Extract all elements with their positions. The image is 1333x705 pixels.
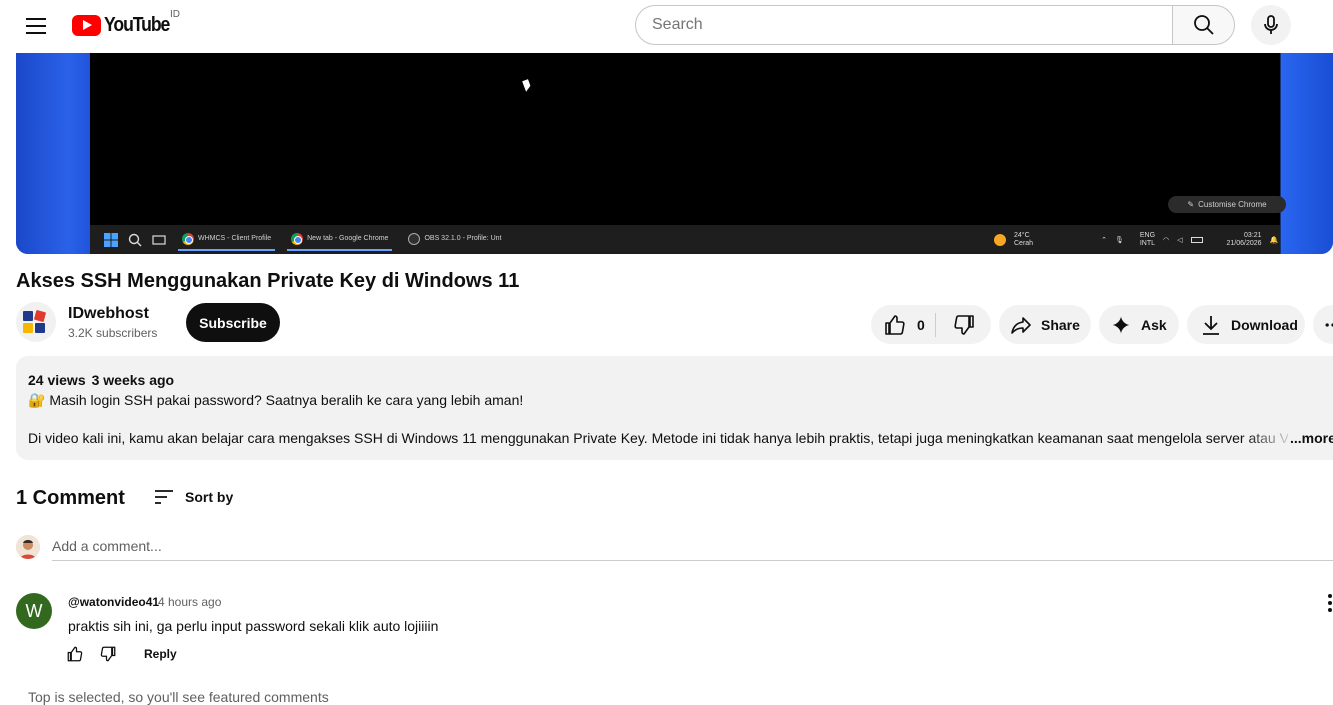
- video-title: Akses SSH Menggunakan Private Key di Win…: [16, 270, 520, 292]
- region-code: ID: [170, 9, 180, 20]
- lang-top: ENG: [1139, 231, 1156, 239]
- masthead: YouTube ID: [0, 0, 1333, 53]
- subscriber-count: 3.2K subscribers: [68, 326, 158, 340]
- description-meta: 24 views 3 weeks ago: [28, 370, 1321, 390]
- sparkle-icon: [1112, 316, 1130, 333]
- lang-bottom: INTL: [1139, 239, 1156, 247]
- download-button[interactable]: Download: [1187, 305, 1305, 344]
- logo-text: YouTube: [104, 14, 170, 36]
- comment-menu-button[interactable]: [1326, 593, 1333, 618]
- thumbs-up-icon: [885, 314, 905, 335]
- subscribe-button[interactable]: Subscribe: [186, 303, 280, 342]
- comment-dislike-button[interactable]: [99, 645, 117, 668]
- search-button[interactable]: [1172, 5, 1235, 45]
- mouse-cursor-icon: [522, 79, 532, 92]
- wifi-icon: ◠: [1163, 236, 1170, 244]
- more-actions-button[interactable]: [1313, 305, 1333, 344]
- battery-icon: [1190, 236, 1203, 243]
- comment-text: praktis sih ini, ga perlu input password…: [68, 618, 439, 634]
- youtube-logo[interactable]: YouTube: [72, 14, 178, 37]
- search-icon: [1193, 15, 1214, 35]
- description-line: Di video kali ini, kamu akan belajar car…: [28, 430, 1288, 446]
- voice-search-button[interactable]: [1251, 5, 1291, 45]
- weather-icon: [994, 233, 1006, 246]
- like-count: 0: [917, 316, 925, 333]
- more-horizontal-icon: [1325, 322, 1333, 327]
- video-frame: ✎ Customise Chrome WHMCS - Client Profil…: [90, 53, 1286, 254]
- clock-date: 21/06/2026: [1226, 239, 1262, 247]
- sort-icon: [155, 490, 173, 504]
- microphone-icon: [1264, 15, 1278, 34]
- chrome-icon: [291, 232, 304, 245]
- obs-icon: [408, 232, 421, 245]
- tray-mic-icon: 🎙: [1114, 236, 1124, 244]
- taskbar-search-icon: [128, 233, 142, 246]
- thumbs-up-icon: [67, 646, 83, 662]
- share-button[interactable]: Share: [999, 305, 1091, 344]
- channel-name[interactable]: IDwebhost: [68, 304, 149, 324]
- pencil-icon: ✎: [1187, 200, 1195, 209]
- current-user-avatar: [16, 535, 40, 559]
- taskbar-app: OBS 32.1.0 - Profile: Unt: [404, 229, 505, 251]
- channel-logo-icon: [23, 310, 46, 333]
- customise-chrome-label: Customise Chrome: [1198, 200, 1267, 209]
- dislike-button[interactable]: [936, 305, 991, 344]
- weather-desc: Cerah: [1014, 239, 1034, 247]
- notification-bell-icon: 🔔: [1269, 236, 1279, 244]
- weather-temp: 24°C: [1014, 231, 1030, 239]
- description-fade: [1246, 428, 1296, 448]
- upload-date: 3 weeks ago: [91, 372, 175, 388]
- download-label: Download: [1231, 316, 1298, 333]
- taskbar-app-label: New tab - Google Chrome: [307, 235, 389, 242]
- description-box[interactable]: 24 views 3 weeks ago 🔐 Masih login SSH pa…: [16, 356, 1333, 460]
- ask-label: Ask: [1141, 316, 1167, 333]
- thumbs-down-icon: [953, 314, 974, 335]
- more-vertical-icon: [1328, 594, 1332, 612]
- user-avatar-icon: [16, 535, 40, 559]
- like-button[interactable]: 0: [871, 305, 935, 344]
- description-line: 🔐 Masih login SSH pakai password? Saatny…: [28, 392, 524, 408]
- comment-reply-button[interactable]: Reply: [144, 647, 177, 661]
- youtube-play-icon: [72, 15, 101, 36]
- windows-taskbar: WHMCS - Client Profile New tab - Google …: [90, 225, 1280, 254]
- commenter-avatar[interactable]: W: [16, 593, 52, 629]
- thumbs-down-icon: [100, 646, 116, 662]
- system-tray: 24°C Cerah ⌃ 🎙 ENG INTL ◠ ◁ 03:21 21/06/…: [994, 225, 1278, 254]
- search-input[interactable]: [635, 5, 1172, 45]
- like-dislike-group: 0: [871, 305, 991, 344]
- view-count: 24 views: [28, 372, 86, 388]
- channel-avatar[interactable]: [16, 302, 56, 342]
- share-icon: [1011, 316, 1031, 334]
- download-icon: [1203, 315, 1219, 335]
- comment-author[interactable]: @watonvideo41: [68, 595, 159, 609]
- featured-comments-note: Top is selected, so you'll see featured …: [28, 689, 329, 705]
- search-box: [635, 5, 1235, 45]
- customise-chrome-chip: ✎ Customise Chrome: [1168, 196, 1286, 213]
- taskbar-app: New tab - Google Chrome: [287, 229, 393, 251]
- sort-by-button[interactable]: Sort by: [152, 485, 233, 509]
- tray-chevron-icon: ⌃: [1101, 236, 1107, 244]
- description-more-link[interactable]: ...more: [1290, 428, 1333, 448]
- windows-start-icon: [104, 232, 118, 247]
- task-view-icon: [152, 234, 166, 245]
- add-comment-input[interactable]: [52, 536, 1333, 561]
- ask-button[interactable]: Ask: [1099, 305, 1179, 344]
- sort-by-label: Sort by: [185, 489, 234, 505]
- volume-icon: ◁: [1177, 236, 1183, 244]
- taskbar-app-label: OBS 32.1.0 - Profile: Unt: [424, 235, 502, 242]
- chrome-icon: [182, 232, 194, 245]
- taskbar-app: WHMCS - Client Profile: [178, 229, 276, 251]
- menu-icon[interactable]: [24, 14, 48, 38]
- clock-time: 03:21: [1244, 231, 1262, 239]
- comments-count: 1 Comment: [16, 487, 125, 509]
- comment-like-button[interactable]: [66, 645, 84, 668]
- share-label: Share: [1041, 316, 1080, 333]
- comment-time[interactable]: 4 hours ago: [158, 595, 221, 609]
- video-player[interactable]: ✎ Customise Chrome WHMCS - Client Profil…: [16, 53, 1333, 254]
- taskbar-app-label: WHMCS - Client Profile: [198, 235, 272, 242]
